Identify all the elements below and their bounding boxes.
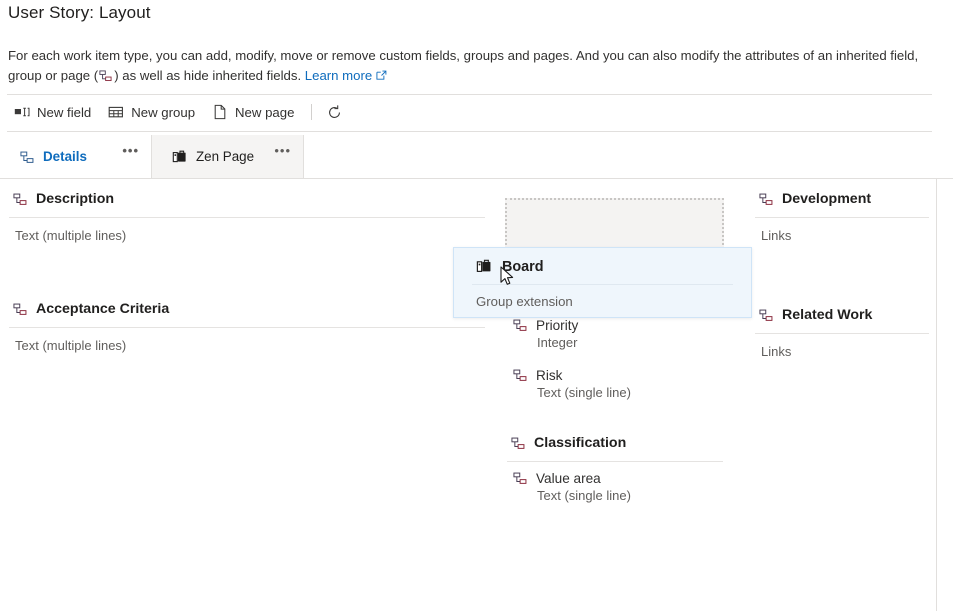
layout-column-right: Development Links Related Work Links	[753, 179, 931, 379]
page-description: For each work item type, you can add, mo…	[8, 46, 948, 86]
inherited-field-icon	[13, 192, 28, 207]
layout-body: Description Text (multiple lines) Accept…	[0, 179, 953, 611]
tab-zen-page-overflow-button[interactable]: •••	[274, 144, 291, 157]
inherited-field-icon	[511, 436, 526, 451]
group-header: Description	[7, 179, 487, 217]
toolbar-divider	[7, 131, 932, 132]
layout-toolbar: New field New group New page	[8, 99, 938, 125]
description-text-part2: ) as well as hide inherited fields.	[114, 68, 305, 83]
header-divider	[7, 94, 932, 95]
layout-page: User Story: Layout For each work item ty…	[0, 0, 953, 611]
field-type: Text (single line)	[537, 488, 631, 503]
field-value-area[interactable]: Value area Text (single line)	[505, 462, 725, 512]
group-title: Acceptance Criteria	[36, 301, 170, 317]
right-panel-divider	[936, 179, 937, 611]
tab-zen-page[interactable]: Zen Page •••	[152, 135, 304, 179]
inherited-field-icon	[513, 318, 528, 333]
inherited-field-icon	[99, 69, 113, 83]
inherited-field-icon	[759, 308, 774, 323]
tab-zen-page-label: Zen Page	[196, 149, 255, 165]
field-risk[interactable]: Risk Text (single line)	[505, 359, 725, 409]
extension-icon	[476, 258, 493, 275]
group-field-type: Links	[761, 228, 792, 243]
group-title: Description	[36, 191, 115, 207]
new-field-icon	[14, 104, 30, 120]
group-header: Related Work	[753, 295, 931, 333]
new-page-icon	[212, 104, 228, 120]
new-group-icon	[108, 104, 124, 120]
group-field-type: Text (multiple lines)	[15, 228, 127, 243]
field-type: Integer	[537, 335, 578, 350]
inherited-field-icon	[513, 471, 528, 486]
extension-icon	[172, 149, 188, 165]
refresh-button[interactable]	[321, 99, 347, 125]
drag-card-title: Board	[502, 258, 544, 275]
page-title: User Story: Layout	[8, 3, 151, 22]
tab-details[interactable]: Details •••	[0, 135, 152, 179]
new-group-label: New group	[131, 104, 196, 120]
refresh-icon	[326, 104, 343, 121]
learn-more-link[interactable]: Learn more	[305, 68, 372, 83]
field-type: Text (single line)	[537, 385, 631, 400]
field-name: Priority	[536, 318, 579, 333]
drag-card-subtitle: Group extension	[476, 294, 573, 309]
group-acceptance-criteria[interactable]: Acceptance Criteria Text (multiple lines…	[7, 289, 487, 363]
field-name: Risk	[536, 368, 563, 383]
group-development[interactable]: Development Links	[753, 179, 931, 253]
group-related-work[interactable]: Related Work Links	[753, 295, 931, 369]
inherited-field-icon	[759, 192, 774, 207]
new-group-button[interactable]: New group	[102, 99, 206, 125]
inherited-field-icon	[20, 150, 35, 165]
tab-details-label: Details	[43, 149, 87, 165]
external-link-icon	[376, 70, 387, 81]
new-page-label: New page	[235, 104, 295, 120]
tab-details-overflow-button[interactable]: •••	[122, 144, 139, 157]
group-classification[interactable]: Classification Value area Text (single l…	[505, 423, 725, 512]
page-tabs: Details ••• Zen Page •••	[0, 135, 304, 179]
inherited-field-icon	[13, 302, 28, 317]
group-field-type: Links	[761, 344, 792, 359]
group-header: Development	[753, 179, 931, 217]
drag-card-header: Board	[454, 248, 751, 284]
new-page-button[interactable]: New page	[206, 99, 305, 125]
group-header: Classification	[505, 423, 725, 461]
inherited-field-icon	[513, 368, 528, 383]
layout-column-left: Description Text (multiple lines) Accept…	[7, 179, 487, 373]
new-field-label: New field	[37, 104, 92, 120]
group-header: Acceptance Criteria	[7, 289, 487, 327]
new-field-button[interactable]: New field	[8, 99, 102, 125]
group-title: Related Work	[782, 307, 873, 323]
field-name: Value area	[536, 471, 601, 486]
group-title: Development	[782, 191, 872, 207]
drag-preview-card[interactable]: Board Group extension	[453, 247, 752, 318]
toolbar-separator	[311, 104, 313, 120]
group-description[interactable]: Description Text (multiple lines)	[7, 179, 487, 253]
group-title: Classification	[534, 435, 627, 451]
group-field-type: Text (multiple lines)	[15, 338, 127, 353]
